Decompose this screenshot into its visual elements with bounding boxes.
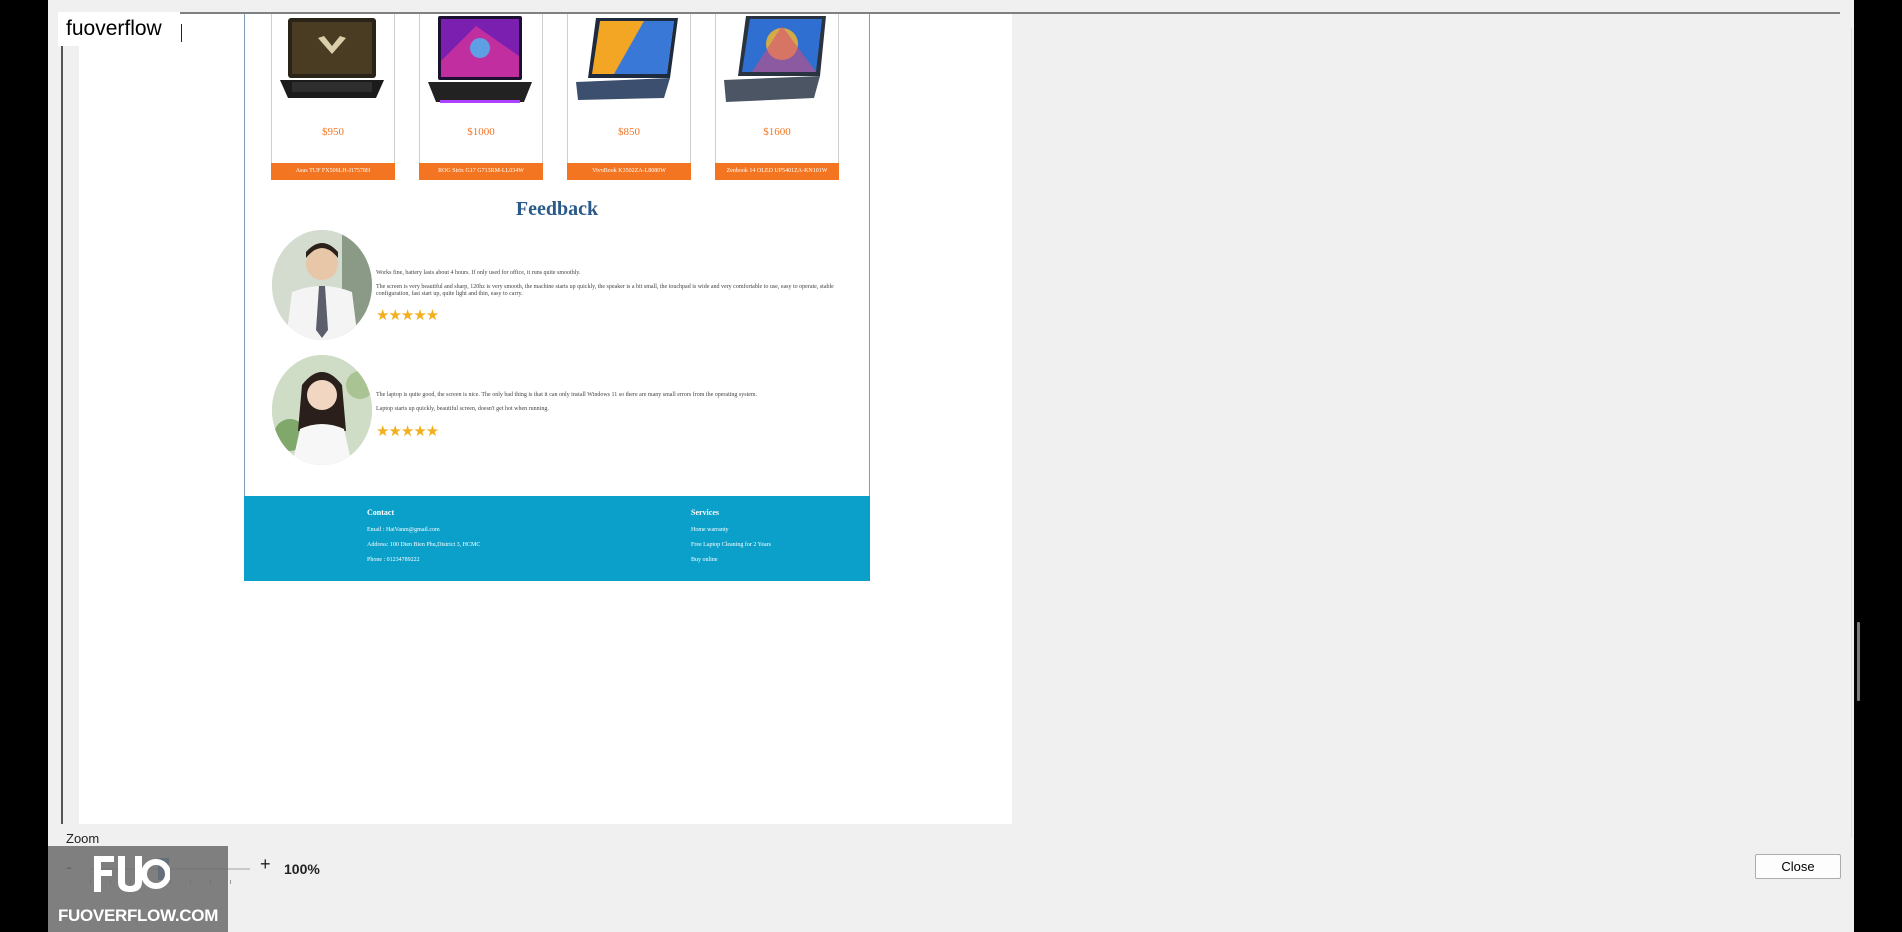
laptop-image (428, 16, 532, 103)
laptop-image (724, 16, 826, 102)
footer-service-item: Free Laptop Cleaning for 2 Years (691, 542, 771, 548)
vertical-scrollbar[interactable] (1851, 28, 1852, 838)
product-price: $1000 (467, 126, 495, 138)
zoom-value: 100% (284, 861, 320, 877)
product-price: $950 (322, 126, 344, 138)
footer-email: Email : HaiVanm@gmail.com (367, 527, 440, 533)
laptop-image (576, 18, 678, 100)
footer-service-item: Buy online (691, 557, 718, 563)
footer-phone: Phone : 01234789222 (367, 557, 420, 563)
review-text: The screen is very beautiful and sharp, … (376, 284, 834, 297)
fuo-logo-mark (94, 856, 170, 892)
avatar (272, 230, 372, 340)
footer-services: Services Home warranty Free Laptop Clean… (691, 508, 771, 572)
web-document: $950 Asus TUF FX506LH-J17578H $1000 ROG … (244, 14, 870, 581)
site-footer: Contact Email : HaiVanm@gmail.com Addres… (244, 496, 870, 581)
fuoverflow-logo: FUOVERFLOW.COM (48, 846, 228, 932)
review-text: Laptop starts up quickly, beautiful scre… (376, 406, 549, 412)
preview-page: $950 Asus TUF FX506LH-J17578H $1000 ROG … (79, 14, 1012, 824)
footer-address: Address: 100 Dien Bien Phu,District 3, H… (367, 542, 481, 548)
product-price: $1600 (763, 126, 791, 138)
product-price: $850 (618, 126, 640, 138)
laptop-image (280, 18, 384, 98)
product-name-button[interactable]: Zenbook 14 OLED UP5401ZA-KN101W (715, 163, 839, 180)
review-text: The laptop is quite good, the screen is … (376, 392, 758, 398)
print-preview-window: $950 Asus TUF FX506LH-J17578H $1000 ROG … (48, 0, 1860, 932)
watermark-text: fuoverflow (66, 17, 162, 40)
text-cursor (181, 24, 182, 42)
reviewer-photo (272, 355, 372, 465)
product-name-button[interactable]: VivoBook K3502ZA-L8080W (567, 163, 691, 180)
reviewer-photo (272, 230, 372, 340)
product-card: $850 VivoBook K3502ZA-L8080W (567, 14, 691, 180)
review-text: Works fine, battery lasts about 4 hours.… (376, 270, 581, 276)
product-name-button[interactable]: ROG Strix G17 G713RM-LL034W (419, 163, 543, 180)
avatar (272, 355, 372, 465)
zoom-in-button[interactable]: + (260, 854, 271, 875)
product-name-button[interactable]: Asus TUF FX506LH-J17578H (271, 163, 395, 180)
vertical-scrollbar-thumb[interactable] (1857, 622, 1860, 701)
zoom-label: Zoom (66, 831, 100, 846)
product-card: $950 Asus TUF FX506LH-J17578H (271, 14, 395, 180)
preview-viewport[interactable]: $950 Asus TUF FX506LH-J17578H $1000 ROG … (79, 14, 1860, 838)
footer-service-item: Home warranty (691, 527, 729, 533)
rating-stars: ★★★★★ (376, 307, 439, 324)
logo-text: FUOVERFLOW.COM (57, 906, 219, 925)
product-card: $1600 Zenbook 14 OLED UP5401ZA-KN101W (715, 14, 839, 180)
close-button[interactable]: Close (1755, 854, 1841, 879)
footer-contact: Contact Email : HaiVanm@gmail.com Addres… (367, 508, 480, 572)
footer-services-heading: Services (691, 508, 719, 517)
feedback-title: Feedback (515, 198, 599, 220)
product-card: $1000 ROG Strix G17 G713RM-LL034W (419, 14, 543, 180)
footer-contact-heading: Contact (367, 508, 395, 517)
frame-left-border (61, 14, 63, 824)
rating-stars: ★★★★★ (376, 423, 439, 440)
